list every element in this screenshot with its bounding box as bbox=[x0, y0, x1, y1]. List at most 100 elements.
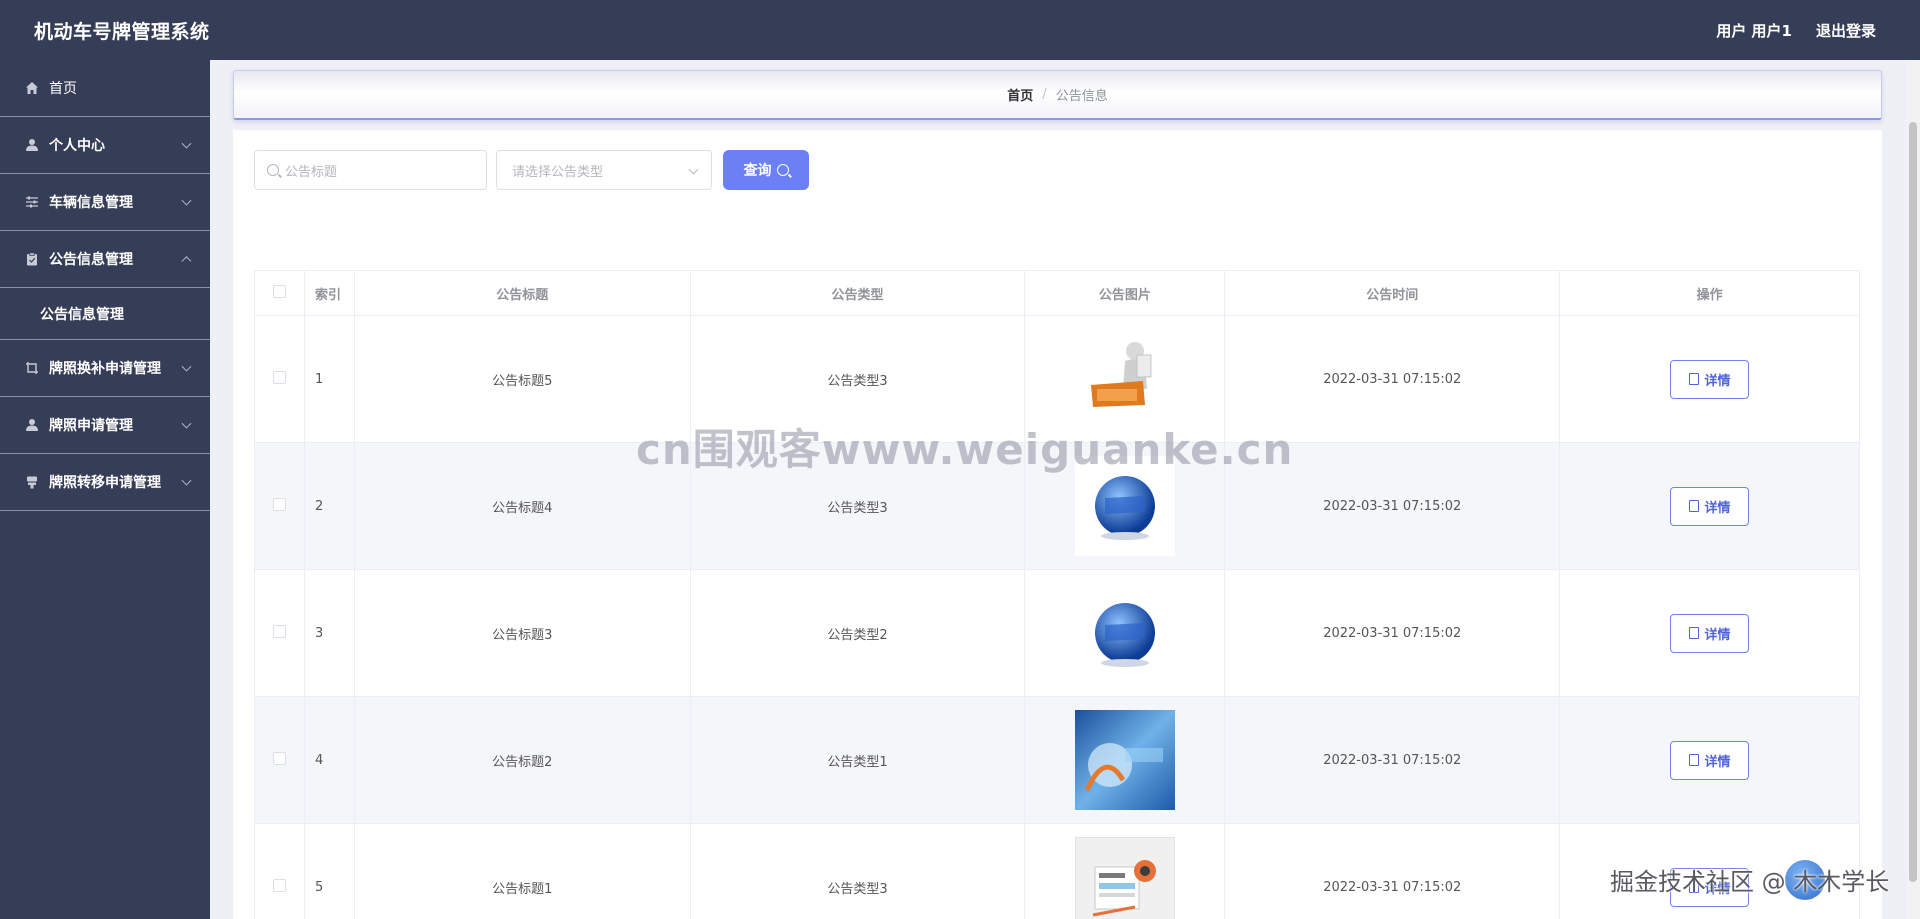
news-figure-image bbox=[1074, 329, 1175, 429]
document-icon bbox=[1688, 627, 1699, 639]
row-select-cell bbox=[254, 442, 305, 570]
sidebar-item-label: 牌照转移申请管理 bbox=[49, 475, 161, 491]
sidebar-item-plate-application[interactable]: 牌照申请管理 bbox=[0, 397, 210, 454]
news-globe-image bbox=[1074, 583, 1175, 683]
page-scrollbar[interactable] bbox=[1906, 60, 1920, 919]
logout-link[interactable]: 退出登录 bbox=[1816, 20, 1876, 41]
detail-button[interactable]: 详情 bbox=[1670, 486, 1750, 526]
breadcrumb-home[interactable]: 首页 bbox=[1007, 85, 1033, 104]
row-time: 2022-03-31 07:15:02 bbox=[1224, 569, 1561, 697]
table-header-row: 索引 公告标题 公告类型 公告图片 公告时间 操作 bbox=[254, 270, 1860, 316]
sidebar-item-home[interactable]: 首页 bbox=[0, 60, 210, 117]
row-checkbox[interactable] bbox=[272, 878, 286, 892]
select-all-checkbox[interactable] bbox=[272, 284, 286, 298]
row-select-cell bbox=[254, 696, 305, 824]
search-placeholder: 公告标题 bbox=[285, 164, 338, 180]
row-action-cell: 详情 bbox=[1559, 315, 1860, 443]
row-checkbox[interactable] bbox=[272, 751, 286, 765]
main-panel: 公告标题 请选择公告类型 查询 索引 公告标题 公告类型 公告图片 公告时间 操… bbox=[233, 130, 1882, 919]
chevron-down-icon bbox=[181, 361, 192, 372]
sliders-icon bbox=[24, 194, 40, 210]
stamp-icon bbox=[24, 474, 40, 490]
column-header-action: 操作 bbox=[1559, 270, 1860, 316]
user-icon bbox=[24, 417, 40, 433]
crop-icon bbox=[24, 360, 40, 376]
notice-title-search-input[interactable]: 公告标题 bbox=[254, 150, 487, 190]
row-action-cell: 详情 bbox=[1559, 442, 1860, 570]
row-select-cell bbox=[254, 823, 305, 919]
chevron-down-icon bbox=[688, 164, 699, 175]
sidebar-item-label: 公告信息管理 bbox=[49, 252, 133, 268]
row-index: 2 bbox=[303, 442, 355, 570]
detail-button[interactable]: 详情 bbox=[1670, 359, 1750, 399]
news-blue-abstract-image bbox=[1074, 710, 1175, 810]
select-placeholder: 请选择公告类型 bbox=[512, 164, 604, 180]
top-bar: 机动车号牌管理系统 用户 用户1 退出登录 bbox=[0, 0, 1920, 60]
row-checkbox[interactable] bbox=[272, 497, 286, 511]
row-title: 公告标题2 bbox=[353, 696, 691, 824]
row-index: 4 bbox=[303, 696, 355, 824]
row-select-cell bbox=[254, 315, 305, 443]
row-time: 2022-03-31 07:15:02 bbox=[1224, 696, 1561, 824]
search-icon bbox=[776, 164, 789, 176]
detail-label: 详情 bbox=[1704, 373, 1731, 389]
detail-label: 详情 bbox=[1704, 500, 1731, 516]
row-title: 公告标题1 bbox=[353, 823, 691, 919]
row-index: 1 bbox=[303, 315, 355, 443]
detail-button[interactable]: 详情 bbox=[1670, 613, 1750, 653]
row-index: 5 bbox=[303, 823, 355, 919]
breadcrumb-current: 公告信息 bbox=[1055, 89, 1108, 104]
row-image-cell bbox=[1024, 569, 1226, 697]
row-type: 公告类型2 bbox=[689, 569, 1026, 697]
notice-type-select[interactable]: 请选择公告类型 bbox=[496, 150, 712, 190]
chevron-up-icon bbox=[181, 256, 192, 267]
row-action-cell: 详情 bbox=[1559, 696, 1860, 824]
notice-table: 索引 公告标题 公告类型 公告图片 公告时间 操作 1 公告标题5 公告类型3 bbox=[254, 270, 1860, 919]
row-checkbox[interactable] bbox=[272, 624, 286, 638]
sidebar-item-vehicle-info[interactable]: 车辆信息管理 bbox=[0, 174, 210, 231]
current-user[interactable]: 用户 用户1 bbox=[1716, 20, 1792, 41]
scrollbar-thumb[interactable] bbox=[1909, 122, 1917, 882]
row-type: 公告类型3 bbox=[689, 823, 1026, 919]
sidebar-item-plate-transfer[interactable]: 牌照转移申请管理 bbox=[0, 454, 210, 511]
chevron-down-icon bbox=[181, 195, 192, 206]
sidebar-subitem-notice-management[interactable]: 公告信息管理 bbox=[0, 288, 210, 340]
sidebar-item-personal-center[interactable]: 个人中心 bbox=[0, 117, 210, 174]
document-icon bbox=[1688, 500, 1699, 512]
sidebar-item-label: 首页 bbox=[49, 81, 77, 97]
detail-label: 详情 bbox=[1704, 754, 1731, 770]
user-icon bbox=[24, 137, 40, 153]
table-row: 3 公告标题3 公告类型2 2022-03-31 07:15:02 详情 bbox=[254, 569, 1860, 697]
row-type: 公告类型1 bbox=[689, 696, 1026, 824]
sidebar-item-plate-replacement[interactable]: 牌照换补申请管理 bbox=[0, 340, 210, 397]
query-label: 查询 bbox=[743, 163, 772, 179]
row-action-cell: 详情 bbox=[1559, 569, 1860, 697]
search-icon bbox=[267, 164, 279, 176]
select-all-cell bbox=[254, 270, 305, 316]
detail-button[interactable]: 详情 bbox=[1670, 740, 1750, 780]
chevron-down-icon bbox=[181, 418, 192, 429]
breadcrumb-separator: / bbox=[1042, 87, 1047, 102]
corner-watermark: 掘金技术社区 @ 木木学长 bbox=[1610, 868, 1890, 896]
chevron-down-icon bbox=[181, 138, 192, 149]
news-paper-image bbox=[1074, 837, 1175, 919]
document-icon bbox=[1688, 373, 1699, 385]
breadcrumb: 首页 / 公告信息 bbox=[233, 70, 1882, 120]
sidebar-item-notice-management[interactable]: 公告信息管理 bbox=[0, 231, 210, 288]
home-icon bbox=[24, 80, 40, 96]
detail-label: 详情 bbox=[1704, 627, 1731, 643]
column-header-image: 公告图片 bbox=[1024, 270, 1226, 316]
table-row: 4 公告标题2 公告类型1 2022-03-31 07:15:02 详情 bbox=[254, 696, 1860, 824]
chevron-down-icon bbox=[181, 475, 192, 486]
column-header-time: 公告时间 bbox=[1224, 270, 1561, 316]
app-title: 机动车号牌管理系统 bbox=[34, 20, 210, 43]
sidebar-item-label: 车辆信息管理 bbox=[49, 195, 133, 211]
clipboard-icon bbox=[24, 251, 40, 267]
row-title: 公告标题3 bbox=[353, 569, 691, 697]
column-header-type: 公告类型 bbox=[689, 270, 1026, 316]
row-index: 3 bbox=[303, 569, 355, 697]
row-time: 2022-03-31 07:15:02 bbox=[1224, 823, 1561, 919]
row-select-cell bbox=[254, 569, 305, 697]
query-button[interactable]: 查询 bbox=[723, 150, 809, 190]
row-checkbox[interactable] bbox=[272, 370, 286, 384]
